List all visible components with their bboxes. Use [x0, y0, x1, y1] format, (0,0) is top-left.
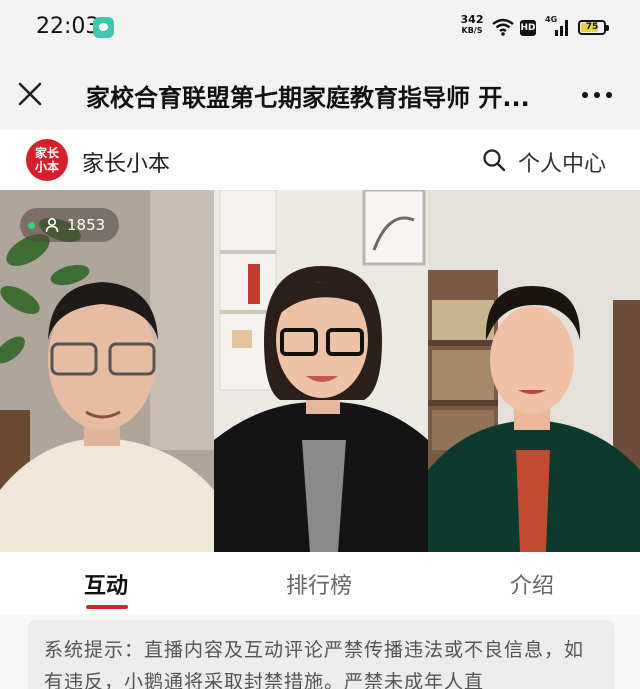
system-notice: 系统提示：直播内容及互动评论严禁传播违法或不良信息，如有违反，小鹅通将采取封禁措… [28, 620, 614, 689]
interaction-panel: 系统提示：直播内容及互动评论严禁传播违法或不良信息，如有违反，小鹅通将采取封禁措… [0, 614, 640, 689]
person-icon [45, 217, 59, 233]
live-indicator [28, 221, 35, 229]
tab-ranking[interactable]: 排行榜 [286, 568, 352, 600]
channel-logo[interactable]: 家长小本 [26, 139, 68, 181]
page-title: 家校合育联盟第七期家庭教育指导师 开... [86, 84, 530, 112]
viewer-count: 1853 [67, 216, 106, 234]
tab-bar: 互动 排行榜 介绍 [0, 552, 640, 614]
video-panel-speaker-1: 1853 [0, 190, 214, 552]
network-speed-unit: KB/S [461, 26, 483, 35]
close-icon[interactable] [14, 78, 46, 110]
title-bar: 家校合育联盟第七期家庭教育指导师 开... [0, 58, 640, 130]
network-type: 4G [545, 15, 558, 24]
network-speed: 342 KB/S [460, 14, 484, 36]
battery-icon: 75 [578, 20, 609, 35]
speaker-2-image [214, 190, 428, 552]
chat-notification-icon [93, 17, 114, 38]
channel-name[interactable]: 家长小本 [82, 146, 170, 178]
status-bar: 22:03 342 KB/S HD 4G 75 [0, 0, 640, 58]
status-time: 22:03 [36, 14, 100, 39]
battery-level: 75 [585, 22, 599, 32]
video-panel-speaker-2 [214, 190, 428, 552]
video-panel-speaker-3 [428, 190, 640, 552]
tab-interaction[interactable]: 互动 [84, 568, 128, 600]
search-icon[interactable] [482, 148, 506, 172]
channel-header: 家长小本 家长小本 个人中心 [0, 130, 640, 190]
hd-badge: HD [520, 20, 536, 36]
speaker-3-image [428, 190, 640, 552]
more-icon[interactable] [580, 92, 614, 100]
speaker-1-image [0, 190, 214, 552]
wifi-icon [492, 18, 514, 36]
tab-introduction[interactable]: 介绍 [510, 568, 554, 600]
viewer-count-badge: 1853 [20, 208, 120, 242]
active-tab-indicator [86, 605, 128, 609]
channel-logo-text: 家长小本 [34, 146, 59, 174]
live-video[interactable]: 1853 [0, 190, 640, 552]
personal-center-link[interactable]: 个人中心 [518, 146, 606, 178]
network-speed-value: 342 [460, 13, 484, 26]
